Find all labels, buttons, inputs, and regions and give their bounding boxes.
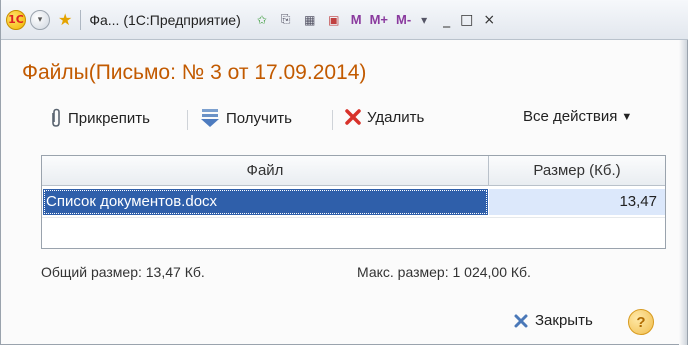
toolbar: Прикрепить Получить Удалить Все действия… xyxy=(49,108,669,132)
memory-plus-button[interactable]: M+ xyxy=(370,12,388,27)
all-actions-label: Все действия xyxy=(523,108,618,125)
attach-button[interactable]: Прикрепить xyxy=(49,108,150,128)
1c-logo-icon[interactable]: 1С xyxy=(6,9,26,30)
max-size-text: Макс. размер: 1 024,00 Кб. xyxy=(357,264,531,280)
maximize-button[interactable]: □ xyxy=(460,12,473,28)
table-row[interactable]: Список документов.docx 13,47 xyxy=(42,189,665,215)
row-divider xyxy=(42,217,665,218)
paperclip-icon xyxy=(52,108,60,127)
files-table[interactable]: Файл Размер (Кб.) Список документов.docx… xyxy=(41,155,666,249)
all-actions-menu[interactable]: Все действия ▼ xyxy=(523,108,632,125)
table-header: Файл Размер (Кб.) xyxy=(42,156,665,186)
favorite-star-icon[interactable]: ★ xyxy=(58,10,72,30)
memory-minus-button[interactable]: M- xyxy=(396,12,411,27)
window-edge-shadow xyxy=(679,40,687,345)
chevron-down-icon[interactable]: ▾ xyxy=(415,11,433,29)
minimize-button[interactable]: _ xyxy=(443,12,450,28)
memory-button[interactable]: M xyxy=(351,12,362,27)
delete-button[interactable]: Удалить xyxy=(344,108,424,126)
add-favorite-icon[interactable]: ✩ xyxy=(253,11,271,29)
cell-file-size[interactable]: 13,47 xyxy=(489,189,665,215)
close-x-icon xyxy=(514,314,528,327)
main-menu-icon[interactable]: ▾ xyxy=(30,9,50,30)
toolbar-separator xyxy=(332,110,333,130)
download-icon xyxy=(201,109,219,127)
form-title: Файлы(Письмо: № 3 от 17.09.2014) xyxy=(22,61,367,84)
attach-label: Прикрепить xyxy=(68,109,150,127)
close-window-button[interactable]: × xyxy=(483,12,495,28)
dropdown-arrow-icon: ▼ xyxy=(621,110,633,123)
close-button[interactable]: Закрыть xyxy=(513,312,593,329)
toolbar-separator xyxy=(187,110,188,130)
column-header-size[interactable]: Размер (Кб.) xyxy=(489,156,665,185)
close-label: Закрыть xyxy=(535,312,593,329)
column-header-file[interactable]: Файл xyxy=(42,156,488,185)
total-size-text: Общий размер: 13,47 Кб. xyxy=(41,264,205,280)
cell-file-name[interactable]: Список документов.docx xyxy=(43,189,488,215)
calendar-icon[interactable]: ▣ xyxy=(325,11,343,29)
get-label: Получить xyxy=(226,109,292,127)
get-button[interactable]: Получить xyxy=(199,108,292,128)
delete-label: Удалить xyxy=(367,108,425,126)
calculator-icon[interactable]: ▦ xyxy=(301,11,319,29)
files-window: 1С ▾ ★ Фа... (1С:Предприятие) ✩ ⎘ ▦ ▣ M … xyxy=(0,0,688,345)
window-title: Фа... (1С:Предприятие) xyxy=(89,11,241,28)
link-icon[interactable]: ⎘ xyxy=(277,11,295,29)
title-separator xyxy=(80,9,82,30)
title-bar: 1С ▾ ★ Фа... (1С:Предприятие) ✩ ⎘ ▦ ▣ M … xyxy=(1,0,688,40)
help-button[interactable]: ? xyxy=(628,309,654,335)
delete-x-icon xyxy=(345,109,361,125)
